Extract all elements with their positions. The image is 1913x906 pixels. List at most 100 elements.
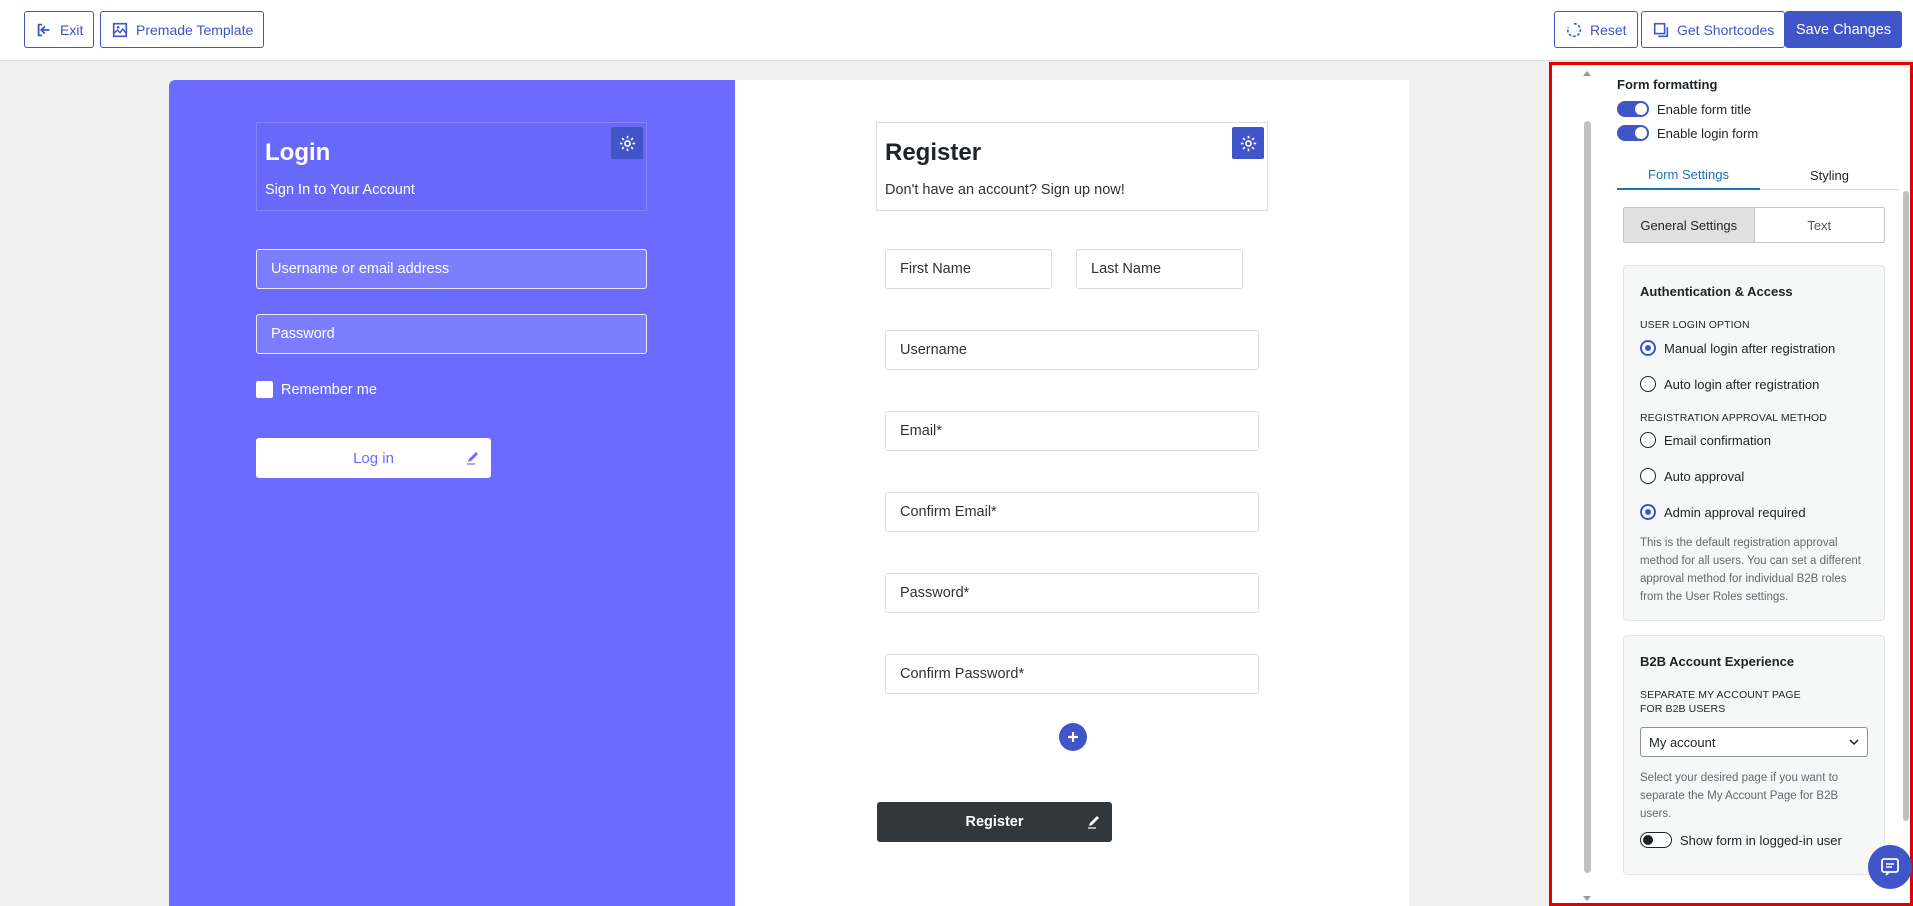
login-settings-button[interactable] — [611, 127, 643, 159]
register-panel: Register Don't have an account? Sign up … — [735, 80, 1409, 906]
login-form-header[interactable]: Login Sign In to Your Account — [256, 122, 647, 211]
get-shortcodes-label: Get Shortcodes — [1677, 21, 1775, 38]
enable-form-title-toggle[interactable] — [1617, 101, 1649, 117]
radio-button[interactable] — [1640, 504, 1656, 520]
reset-icon — [1566, 22, 1582, 37]
register-form-header[interactable]: Register Don't have an account? Sign up … — [876, 122, 1268, 211]
email-field[interactable]: Email* — [885, 411, 1259, 451]
login-title: Login — [265, 139, 331, 166]
template-icon — [112, 22, 128, 37]
approval-method-caption: REGISTRATION APPROVAL METHOD — [1640, 412, 1827, 424]
login-password-input[interactable]: Password — [256, 314, 647, 354]
premade-template-button[interactable]: Premade Template — [100, 11, 265, 48]
approval-help-text: This is the default registration approva… — [1640, 537, 1861, 603]
register-button-label: Register — [965, 814, 1024, 830]
show-form-logged-in-label: Show form in logged-in user — [1680, 832, 1842, 848]
pencil-icon[interactable] — [1086, 813, 1102, 829]
chevron-down-icon — [1849, 739, 1859, 746]
first-name-field[interactable]: First Name — [885, 249, 1052, 289]
plus-icon — [1068, 732, 1078, 742]
radio-button[interactable] — [1640, 376, 1656, 392]
radio-label: Email confirmation — [1664, 432, 1771, 448]
radio-label: Manual login after registration — [1664, 340, 1836, 356]
separate-account-caption: SEPARATE MY ACCOUNT PAGE FOR B2B USERS — [1640, 689, 1801, 715]
auth-access-card: Authentication & Access USER LOGIN OPTIO… — [1623, 265, 1885, 621]
premade-template-label: Premade Template — [136, 21, 254, 38]
pencil-icon[interactable] — [465, 449, 481, 465]
radio-button[interactable] — [1640, 340, 1656, 356]
radio-manual-login[interactable]: Manual login after registration — [1640, 340, 1835, 356]
chat-support-button[interactable] — [1868, 845, 1912, 889]
b2b-account-title: B2B Account Experience — [1640, 654, 1795, 669]
gear-icon — [619, 135, 635, 151]
username-field[interactable]: Username — [885, 330, 1259, 370]
login-subtitle: Sign In to Your Account — [265, 182, 415, 198]
radio-auto-login[interactable]: Auto login after registration — [1640, 376, 1819, 392]
get-shortcodes-button[interactable]: Get Shortcodes — [1641, 11, 1786, 48]
segment-general-settings[interactable]: General Settings — [1624, 208, 1755, 242]
register-button[interactable]: Register — [877, 802, 1112, 842]
remember-me[interactable]: Remember me — [256, 381, 377, 398]
left-scrollbar[interactable] — [1580, 65, 1594, 903]
login-button-label: Log in — [353, 449, 394, 467]
settings-sidebar: Form formatting Enable form title Enable… — [1549, 62, 1913, 906]
scroll-up-arrow[interactable] — [1583, 71, 1591, 76]
copy-icon — [1653, 22, 1669, 37]
enable-login-form-row: Enable login form — [1617, 125, 1758, 141]
account-page-select[interactable]: My account — [1640, 727, 1868, 757]
radio-button[interactable] — [1640, 468, 1656, 484]
radio-email-confirmation[interactable]: Email confirmation — [1640, 432, 1771, 448]
radio-label: Auto approval — [1664, 468, 1745, 484]
scroll-thumb[interactable] — [1903, 191, 1909, 821]
radio-admin-approval[interactable]: Admin approval required — [1640, 504, 1806, 520]
confirm-email-field[interactable]: Confirm Email* — [885, 492, 1259, 532]
radio-auto-approval[interactable]: Auto approval — [1640, 468, 1744, 484]
show-form-logged-in-toggle[interactable] — [1640, 832, 1672, 848]
add-field-button[interactable] — [1059, 723, 1087, 751]
tab-styling[interactable]: Styling — [1760, 160, 1899, 190]
radio-label: Admin approval required — [1664, 504, 1806, 520]
segment-text[interactable]: Text — [1755, 208, 1885, 242]
enable-login-form-toggle[interactable] — [1617, 125, 1649, 141]
radio-label: Auto login after registration — [1664, 376, 1820, 392]
register-subtitle: Don't have an account? Sign up now! — [885, 182, 1125, 198]
form-formatting-title: Form formatting — [1617, 77, 1718, 92]
right-scrollbar[interactable] — [1902, 65, 1910, 903]
gear-icon — [1240, 135, 1256, 151]
save-changes-label: Save Changes — [1796, 21, 1892, 38]
scroll-down-arrow[interactable] — [1583, 896, 1591, 901]
enable-login-form-label: Enable login form — [1657, 125, 1759, 141]
remember-checkbox[interactable] — [256, 381, 273, 398]
enable-form-title-label: Enable form title — [1657, 101, 1751, 117]
exit-label: Exit — [60, 21, 84, 38]
last-name-field[interactable]: Last Name — [1076, 249, 1243, 289]
auth-access-title: Authentication & Access — [1640, 284, 1793, 299]
exit-icon — [37, 23, 50, 36]
login-panel: Login Sign In to Your Account Username o… — [169, 80, 735, 906]
exit-button[interactable]: Exit — [24, 11, 95, 48]
reset-label: Reset — [1590, 21, 1627, 38]
save-changes-button[interactable]: Save Changes — [1785, 11, 1903, 48]
reset-button[interactable]: Reset — [1554, 11, 1638, 48]
confirm-password-field[interactable]: Confirm Password* — [885, 654, 1259, 694]
select-value: My account — [1649, 734, 1716, 750]
password-field[interactable]: Password* — [885, 573, 1259, 613]
sidebar-tabs: Form Settings Styling — [1617, 160, 1899, 190]
scroll-thumb[interactable] — [1584, 121, 1591, 873]
form-canvas: Login Sign In to Your Account Username o… — [0, 62, 1549, 906]
remember-label: Remember me — [281, 381, 377, 398]
tab-form-settings[interactable]: Form Settings — [1617, 160, 1760, 190]
enable-form-title-row: Enable form title — [1617, 101, 1751, 117]
user-login-option-caption: USER LOGIN OPTION — [1640, 319, 1750, 331]
register-title: Register — [885, 139, 982, 166]
top-toolbar: Exit Premade Template Reset Get Shortcod… — [0, 0, 1913, 61]
settings-segment: General Settings Text — [1623, 207, 1885, 243]
login-button[interactable]: Log in — [256, 438, 491, 478]
show-form-logged-in-row: Show form in logged-in user — [1640, 832, 1842, 848]
chat-icon — [1881, 858, 1899, 876]
login-username-input[interactable]: Username or email address — [256, 249, 647, 289]
radio-button[interactable] — [1640, 432, 1656, 448]
register-settings-button[interactable] — [1232, 127, 1264, 159]
account-page-help: Select your desired page if you want to … — [1640, 772, 1839, 820]
b2b-account-card: B2B Account Experience SEPARATE MY ACCOU… — [1623, 635, 1885, 875]
